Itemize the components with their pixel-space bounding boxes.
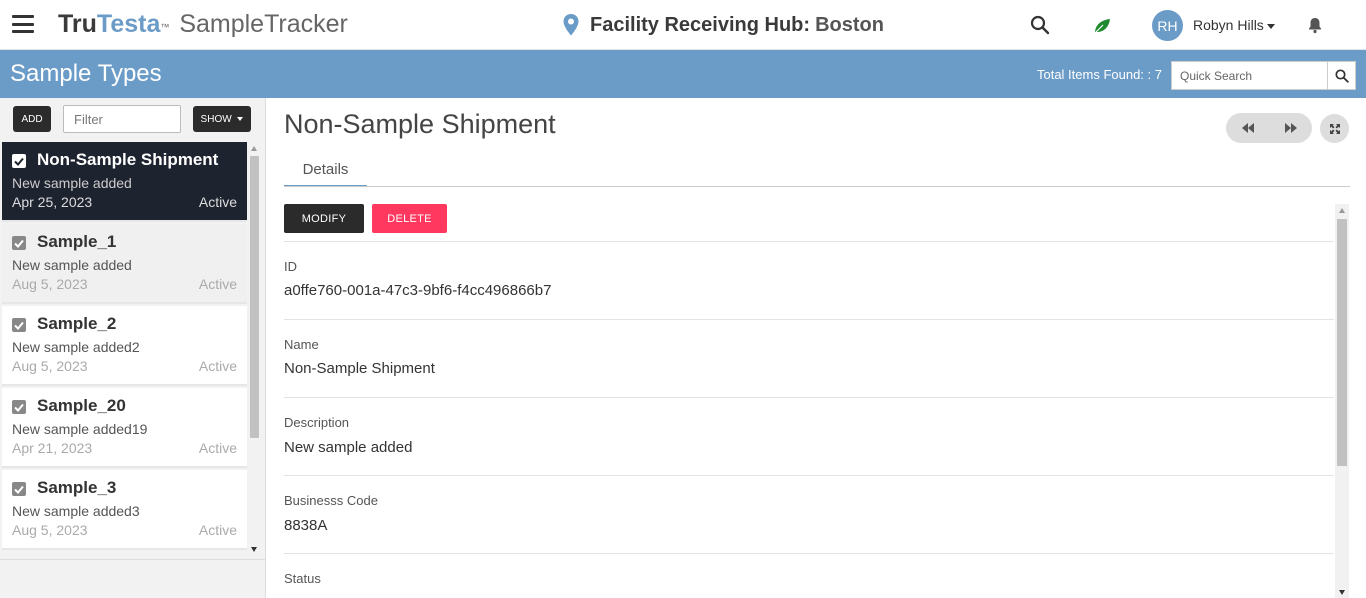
list-item-title: Sample_2	[37, 314, 117, 333]
brand-tru: Tru	[58, 10, 97, 38]
list-scrollbar[interactable]	[248, 142, 261, 556]
brand-app-name: SampleTracker	[179, 10, 348, 38]
next-record-button[interactable]	[1269, 113, 1312, 143]
quick-search-input[interactable]	[1171, 61, 1327, 90]
list-item-description: New sample added	[12, 175, 132, 191]
list-item[interactable]: Sample_20 New sample added19 Apr 21, 202…	[2, 388, 247, 468]
field-value-id: a0ffe760-001a-47c3-9bf6-f4cc496866b7	[284, 282, 552, 299]
divider	[284, 319, 1334, 320]
modify-button[interactable]: MODIFY	[284, 204, 364, 233]
list-item-description: New sample added3	[12, 503, 140, 519]
record-navigation	[1226, 113, 1312, 143]
scrollbar-thumb[interactable]	[1337, 219, 1347, 466]
brand-trademark: ™	[160, 22, 170, 32]
list-item-description: New sample added2	[12, 339, 140, 355]
list-item-status: Active	[198, 522, 237, 538]
list-item-title: Sample_1	[37, 232, 117, 251]
field-value-name: Non-Sample Shipment	[284, 360, 435, 377]
tab-details[interactable]: Details	[284, 161, 367, 187]
brand-testa: Testa	[96, 10, 161, 38]
list-item-date: Apr 21, 2023	[12, 440, 93, 456]
checkbox-icon[interactable]	[12, 318, 26, 332]
title-bar: Sample Types Total Items Found: : 7	[0, 50, 1366, 98]
caret-down-icon	[237, 116, 244, 121]
list-item-date: Aug 5, 2023	[12, 276, 88, 292]
checkbox-icon[interactable]	[12, 236, 26, 250]
detail-scrollbar[interactable]	[1335, 204, 1349, 598]
expand-icon	[1329, 123, 1340, 134]
checkbox-icon[interactable]	[12, 400, 26, 414]
bell-icon[interactable]	[1306, 16, 1324, 34]
list-item-date: Aug 5, 2023	[12, 522, 88, 538]
checkbox-icon[interactable]	[12, 482, 26, 496]
detail-title: Non-Sample Shipment	[284, 109, 556, 139]
divider	[284, 241, 1334, 242]
field-label-id: ID	[284, 259, 297, 274]
field-label-status: Status	[284, 571, 321, 586]
list-item-title: Sample_3	[37, 478, 117, 497]
list-item-status: Active	[198, 440, 237, 456]
divider	[284, 475, 1334, 476]
field-label-description: Description	[284, 415, 350, 430]
field-label-business-code: Businesss Code	[284, 493, 378, 508]
checkbox-icon[interactable]	[12, 154, 26, 168]
list-item-status: Active	[198, 276, 237, 292]
sample-type-list: Non-Sample Shipment New sample added Apr…	[0, 142, 247, 556]
menu-icon[interactable]	[12, 15, 34, 33]
scroll-up-icon[interactable]	[251, 146, 257, 151]
fast-forward-icon	[1284, 123, 1297, 133]
field-value-business-code: 8838A	[284, 517, 328, 534]
page-title: Sample Types	[10, 60, 162, 87]
caret-down-icon	[1266, 23, 1275, 29]
list-item[interactable]: Sample_3 New sample added3 Aug 5, 2023 A…	[2, 470, 247, 550]
list-item-date: Apr 25, 2023	[12, 194, 93, 210]
field-value-description: New sample added	[284, 439, 413, 456]
list-item-description: New sample added	[12, 257, 132, 273]
location-pin-icon	[563, 14, 579, 36]
list-item[interactable]: Sample_2 New sample added2 Aug 5, 2023 A…	[2, 306, 247, 386]
total-items-found: Total Items Found: : 7	[1036, 67, 1162, 82]
scroll-down-icon[interactable]	[1339, 590, 1345, 595]
list-item-title: Non-Sample Shipment	[37, 150, 219, 169]
search-icon[interactable]	[1030, 15, 1050, 35]
previous-record-button[interactable]	[1226, 113, 1269, 143]
list-item-status: Active	[198, 194, 237, 210]
list-item-title: Sample_20	[37, 396, 126, 415]
scroll-down-icon[interactable]	[251, 547, 257, 552]
tabs-divider	[284, 186, 1350, 187]
search-icon	[1334, 68, 1349, 83]
filter-input[interactable]	[63, 105, 181, 133]
list-item[interactable]: Non-Sample Shipment New sample added Apr…	[2, 142, 247, 222]
facility-selector[interactable]: Facility Receiving Hub: Boston	[560, 11, 884, 39]
sample-type-list-panel: ADD SHOW Non-Sample Shipment New sample …	[0, 98, 266, 598]
avatar[interactable]: RH	[1152, 10, 1183, 41]
scrollbar-thumb[interactable]	[250, 156, 259, 438]
quick-search-button[interactable]	[1327, 61, 1356, 90]
scroll-up-icon[interactable]	[1339, 208, 1345, 213]
leaf-icon[interactable]	[1092, 16, 1112, 36]
top-navbar: TruTesta™ SampleTracker Facility Receivi…	[0, 0, 1366, 50]
expand-button[interactable]	[1320, 114, 1349, 143]
list-item-status: Active	[198, 358, 237, 374]
list-item-date: Aug 5, 2023	[12, 358, 88, 374]
add-button[interactable]: ADD	[13, 106, 51, 132]
list-item-description: New sample added19	[12, 421, 148, 437]
show-label: SHOW	[200, 113, 232, 125]
list-item[interactable]: Sample_1 New sample added Aug 5, 2023 Ac…	[2, 224, 247, 304]
facility-city: Boston	[815, 13, 884, 36]
divider	[284, 553, 1334, 554]
rewind-icon	[1241, 123, 1254, 133]
user-name: Robyn Hills	[1193, 17, 1264, 33]
divider	[284, 397, 1334, 398]
user-menu[interactable]: Robyn Hills	[1193, 17, 1275, 33]
delete-button[interactable]: DELETE	[372, 204, 447, 233]
field-label-name: Name	[284, 337, 319, 352]
divider	[0, 559, 265, 560]
show-dropdown-button[interactable]: SHOW	[193, 106, 251, 132]
facility-name: Facility Receiving Hub:	[590, 13, 811, 36]
brand-logo[interactable]: TruTesta™ SampleTracker	[58, 9, 348, 39]
